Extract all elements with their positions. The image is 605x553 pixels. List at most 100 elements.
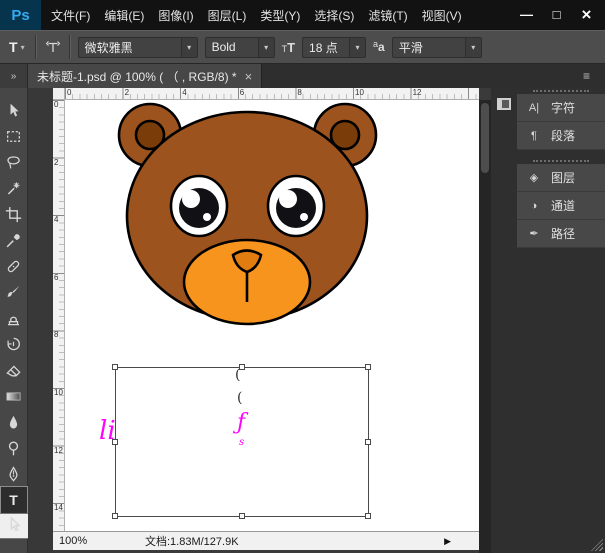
dock-header: ≡ [492, 64, 605, 88]
status-menu-arrow-icon[interactable]: ▶ [438, 535, 457, 548]
healing-brush-tool-icon [5, 258, 22, 275]
photoshop-window: Ps 文件(F) 编辑(E) 图像(I) 图层(L) 类型(Y) 选择(S) 滤… [0, 0, 605, 553]
font-family-select[interactable]: 微软雅黑 ▾ [78, 37, 198, 58]
panel-icon-strip [491, 88, 517, 553]
panel-label: 段落 [551, 127, 575, 144]
chevron-down-icon: ▾ [181, 38, 197, 57]
ruler-corner[interactable] [53, 88, 65, 100]
eyedropper-tool[interactable] [1, 227, 27, 253]
panel-label: 字符 [551, 99, 575, 116]
panel-tab-paragraph[interactable]: ¶ 段落 [517, 122, 605, 150]
ruler-number: 2 [125, 89, 129, 97]
anti-alias-select[interactable]: 平滑 ▾ [392, 37, 482, 58]
pen-tool[interactable] [1, 461, 27, 487]
dock-gap [517, 150, 605, 158]
menu-filter[interactable]: 滤镜(T) [361, 0, 414, 30]
tab-bar-filler [262, 64, 492, 88]
healing-brush-tool[interactable] [1, 253, 27, 279]
divider [35, 35, 37, 59]
ruler-number: 12 [413, 89, 422, 97]
panel-label: 路径 [551, 225, 575, 242]
tool-preset-picker[interactable]: T ▾ [6, 37, 28, 57]
ruler-number: 8 [297, 89, 301, 97]
horizontal-ruler: 024681012 [65, 88, 479, 100]
menu-edit[interactable]: 编辑(E) [97, 0, 151, 30]
menu-file[interactable]: 文件(F) [44, 0, 97, 30]
type-tool-options-bar: T ▾ 微软雅黑 ▾ Bold ▾ TT 18 点 ▾ [0, 30, 605, 64]
brush-tool-icon [5, 284, 22, 301]
font-family-value: 微软雅黑 [79, 39, 181, 56]
ruler-number: 10 [355, 89, 364, 97]
vertical-ruler: 02468101214 [53, 100, 65, 531]
zoom-level-field[interactable]: 100% [53, 534, 145, 548]
canvas-text: s [239, 438, 244, 448]
toolbar-collapse-button[interactable]: » [0, 64, 28, 88]
dodge-tool-icon [5, 440, 22, 457]
typed-text-layer: ( ( ƒ s li [65, 100, 479, 531]
panel-tab-channels[interactable]: ◑ 通道 [517, 192, 605, 220]
history-brush-tool[interactable] [1, 331, 27, 357]
direct-selection-tool-icon [5, 516, 22, 533]
chevron-down-icon: ▾ [258, 38, 274, 57]
menu-image[interactable]: 图像(I) [151, 0, 200, 30]
window-controls: — □ × [513, 0, 605, 30]
blur-tool[interactable] [1, 409, 27, 435]
gradient-tool[interactable] [1, 383, 27, 409]
dock-menu-icon[interactable]: ≡ [577, 68, 596, 84]
move-tool[interactable] [1, 97, 27, 123]
rectangular-marquee-tool[interactable] [1, 123, 27, 149]
ruler-number: 4 [54, 216, 58, 224]
crop-tool[interactable] [1, 201, 27, 227]
maximize-button[interactable]: □ [543, 4, 570, 26]
panel-tab-layers[interactable]: ◈ 图层 [517, 164, 605, 192]
move-tool-icon [5, 102, 22, 119]
menu-bar: Ps 文件(F) 编辑(E) 图像(I) 图层(L) 类型(Y) 选择(S) 滤… [0, 0, 605, 30]
character-panel-icon: A| [526, 102, 542, 114]
ruler-number: 14 [54, 504, 63, 512]
anti-alias-value: 平滑 [393, 39, 465, 56]
canvas[interactable]: ( ( ƒ s li [65, 100, 479, 531]
window-resize-grip[interactable] [591, 539, 603, 551]
minimize-button[interactable]: — [513, 4, 540, 26]
menu-view[interactable]: 视图(V) [415, 0, 469, 30]
font-size-value: 18 点 [303, 39, 349, 56]
ruler-number: 0 [54, 101, 58, 109]
paths-panel-icon: ✒ [526, 227, 542, 240]
gradient-tool-icon [5, 388, 22, 405]
type-tool[interactable]: T [1, 487, 27, 513]
close-button[interactable]: × [573, 4, 600, 26]
anti-alias-icon: aa [373, 39, 385, 55]
chevron-down-icon: ▾ [465, 38, 481, 57]
font-size-select[interactable]: 18 点 ▾ [302, 37, 366, 58]
brush-tool[interactable] [1, 279, 27, 305]
scrollbar-thumb[interactable] [481, 103, 489, 173]
document-info: 文档:1.83M/127.9K [145, 533, 239, 549]
eraser-tool[interactable] [1, 357, 27, 383]
magic-wand-tool[interactable] [1, 175, 27, 201]
panel-tab-character[interactable]: A| 字符 [517, 94, 605, 122]
menu-select[interactable]: 选择(S) [307, 0, 361, 30]
workspace-background [28, 88, 53, 553]
dodge-tool[interactable] [1, 435, 27, 461]
close-icon[interactable]: × [245, 69, 253, 84]
status-bar: 100% 文档:1.83M/127.9K ▶ [53, 531, 479, 550]
pen-tool-icon [5, 466, 22, 483]
lasso-tool-icon [5, 154, 22, 171]
panel-label: 通道 [551, 197, 575, 214]
panel-tab-paths[interactable]: ✒ 路径 [517, 220, 605, 248]
ruler-number: 4 [182, 89, 186, 97]
canvas-text: ( [235, 368, 240, 382]
menu-type[interactable]: 类型(Y) [253, 0, 307, 30]
document-tab[interactable]: 未标题-1.psd @ 100% ( （ , RGB/8) * × [28, 64, 262, 88]
font-style-select[interactable]: Bold ▾ [205, 37, 275, 58]
right-panel-dock: A| 字符 ¶ 段落 ◈ 图层 ◑ 通道 ✒ 路径 [517, 88, 605, 553]
font-size-icon: TT [282, 41, 295, 54]
vertical-scrollbar[interactable] [479, 100, 491, 553]
direct-selection-tool[interactable] [0, 513, 30, 539]
lasso-tool[interactable] [1, 149, 27, 175]
text-orientation-toggle[interactable] [44, 39, 62, 55]
menu-layer[interactable]: 图层(L) [201, 0, 254, 30]
collapsed-panel-icon[interactable] [497, 98, 511, 110]
ruler-number: 10 [54, 389, 63, 397]
clone-stamp-tool[interactable] [1, 305, 27, 331]
